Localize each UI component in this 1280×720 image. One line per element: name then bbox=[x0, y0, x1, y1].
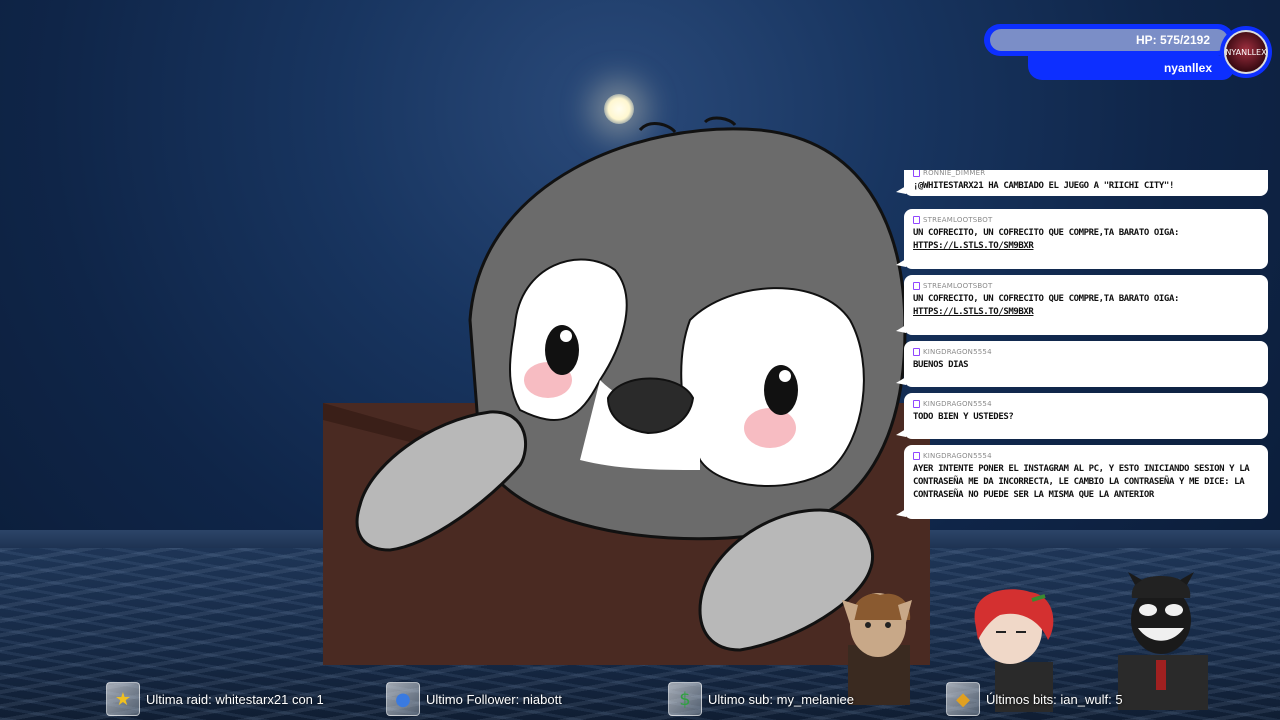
last-raid-text: Ultima raid: whitestarx21 con 1 bbox=[146, 691, 324, 707]
chat-username-text: kingdragon5554 bbox=[923, 347, 992, 356]
chat-username-text: streamlootsbot bbox=[923, 215, 993, 224]
chat-username: streamlootsbot bbox=[913, 214, 1260, 225]
avatar: NYANLLEX bbox=[1220, 26, 1272, 78]
user-icon: ● bbox=[386, 682, 420, 716]
chat-username: ronnie_dimmer bbox=[913, 170, 1260, 178]
hp-text: HP: 575/2192 bbox=[1135, 33, 1210, 47]
chat-text: buenos dias bbox=[913, 360, 969, 370]
hp-username: nyanllex bbox=[1163, 61, 1212, 75]
chat-username: kingdragon5554 bbox=[913, 398, 1260, 409]
chat-username-text: ronnie_dimmer bbox=[923, 170, 986, 177]
chat-text: ayer intente poner el instagram al pc, y… bbox=[913, 464, 1250, 500]
chat-overlay: ronnie_dimmer ¡@whitestarx21 ha cambiado… bbox=[896, 170, 1268, 522]
chat-message: streamlootsbot un cofrecito, un cofrecit… bbox=[896, 209, 1268, 269]
twitch-icon bbox=[913, 215, 920, 224]
chat-message: kingdragon5554 ayer intente poner el ins… bbox=[896, 445, 1268, 519]
chat-text: un cofrecito, un cofrecito que compre,ta… bbox=[913, 294, 1179, 304]
chat-text: ¡@whitestarx21 ha cambiado el juego a "R… bbox=[913, 181, 1174, 191]
last-sub: $ Ultimo sub: my_melaniee bbox=[668, 682, 854, 716]
twitch-icon bbox=[913, 281, 920, 290]
chat-username: kingdragon5554 bbox=[913, 450, 1260, 461]
last-raid: ★ Ultima raid: whitestarx21 con 1 bbox=[106, 682, 324, 716]
chat-message: ronnie_dimmer ¡@whitestarx21 ha cambiado… bbox=[896, 170, 1268, 196]
bottom-info-bar: ★ Ultima raid: whitestarx21 con 1 ● Ulti… bbox=[0, 680, 1280, 720]
chat-message: kingdragon5554 todo bien y ustedes? bbox=[896, 393, 1268, 439]
money-bag-icon: $ bbox=[668, 682, 702, 716]
last-sub-text: Ultimo sub: my_melaniee bbox=[708, 691, 854, 707]
twitch-icon bbox=[913, 399, 920, 408]
chat-username: kingdragon5554 bbox=[913, 346, 1260, 357]
chat-message: streamlootsbot un cofrecito, un cofrecit… bbox=[896, 275, 1268, 335]
last-follower: ● Ultimo Follower: niabott bbox=[386, 682, 562, 716]
chat-link[interactable]: https://l.stls.to/sm9bxr bbox=[913, 240, 1260, 253]
chat-text: todo bien y ustedes? bbox=[913, 412, 1014, 422]
twitch-icon bbox=[913, 347, 920, 356]
chat-username-text: kingdragon5554 bbox=[923, 451, 992, 460]
twitch-icon bbox=[913, 170, 920, 177]
last-bits-text: Últimos bits: ian_wulf: 5 bbox=[986, 691, 1123, 707]
chat-text-block: un cofrecito, un cofrecito que compre,ta… bbox=[913, 227, 1260, 253]
last-follower-text: Ultimo Follower: niabott bbox=[426, 691, 562, 707]
chat-username-text: kingdragon5554 bbox=[923, 399, 992, 408]
twitch-icon bbox=[913, 451, 920, 460]
chat-text-block: un cofrecito, un cofrecito que compre,ta… bbox=[913, 293, 1260, 319]
chat-link[interactable]: https://l.stls.to/sm9bxr bbox=[913, 306, 1260, 319]
avatar-image: NYANLLEX bbox=[1224, 30, 1268, 74]
chat-username-text: streamlootsbot bbox=[923, 281, 993, 290]
last-bits: ◆ Últimos bits: ian_wulf: 5 bbox=[946, 682, 1123, 716]
star-icon: ★ bbox=[106, 682, 140, 716]
hp-widget: HP: 575/2192 nyanllex NYANLLEX bbox=[984, 24, 1276, 82]
chat-message: kingdragon5554 buenos dias bbox=[896, 341, 1268, 387]
gem-icon: ◆ bbox=[946, 682, 980, 716]
chat-username: streamlootsbot bbox=[913, 280, 1260, 291]
chat-text: un cofrecito, un cofrecito que compre,ta… bbox=[913, 228, 1179, 238]
